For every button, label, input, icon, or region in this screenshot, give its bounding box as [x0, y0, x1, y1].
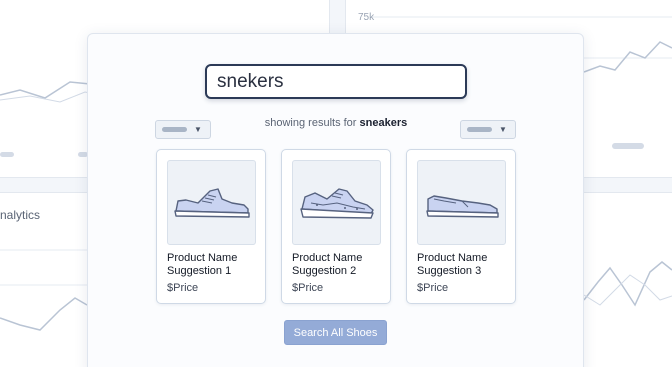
product-price: $Price	[167, 282, 199, 294]
product-card-1[interactable]: Product Name Suggestion 1 $Price	[156, 149, 266, 304]
background-pill-left	[0, 152, 14, 157]
slip-on-shoe-icon	[425, 194, 499, 218]
background-axis-label: 75k	[358, 12, 375, 23]
background-line-top-left-2	[0, 91, 101, 103]
results-prefix: showing results for	[264, 117, 360, 129]
background-pill-right	[612, 143, 644, 149]
product-name: Product Name Suggestion 2	[292, 252, 363, 277]
product-price: $Price	[417, 282, 449, 294]
background-panel-title: nalytics	[0, 208, 41, 222]
search-all-button[interactable]: Search All Shoes	[284, 320, 387, 345]
search-input[interactable]	[207, 66, 465, 97]
running-shoe-icon	[299, 187, 374, 219]
results-query: sneakers	[359, 117, 408, 129]
background-line-bottom-right-2	[583, 274, 672, 306]
results-summary: showing results for sneakers	[170, 117, 502, 129]
product-image-2	[292, 160, 381, 245]
product-price: $Price	[292, 282, 324, 294]
product-card-3[interactable]: Product Name Suggestion 3 $Price	[406, 149, 516, 304]
product-image-1	[167, 160, 256, 245]
product-image-3	[417, 160, 506, 245]
product-card-2[interactable]: Product Name Suggestion 2 $Price	[281, 149, 391, 304]
product-name: Product Name Suggestion 3	[417, 252, 488, 277]
background-line-top-right	[583, 41, 672, 73]
search-bar	[205, 64, 467, 99]
background-line-bottom-left	[0, 297, 88, 331]
sneaker-icon	[173, 187, 250, 218]
background-line-top-left	[0, 81, 101, 99]
product-name: Product Name Suggestion 1	[167, 252, 238, 277]
